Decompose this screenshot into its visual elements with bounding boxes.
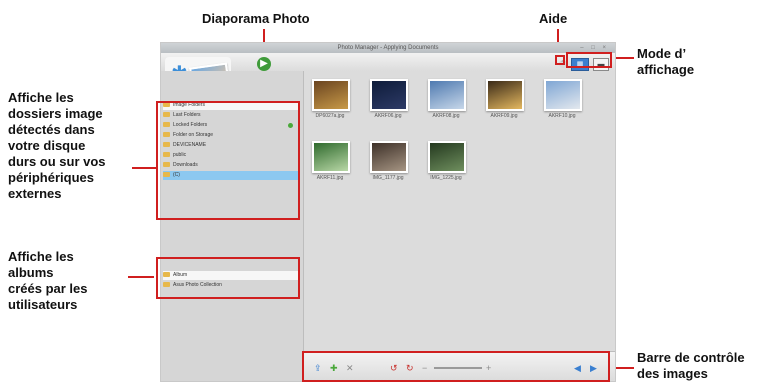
thumbnail-image: [312, 79, 350, 111]
thumbnail-caption: AKRF10.jpg: [548, 113, 576, 119]
help-annotation: Aide: [539, 11, 568, 26]
photo-thumbnail[interactable]: AKRF11.jpg: [310, 141, 350, 185]
thumbnail-image: [370, 79, 408, 111]
thumbnail-image: [486, 79, 524, 111]
folders-highlight-box: [156, 101, 300, 220]
thumbnail-grid: DP6027a.jpg AKRF06.jpg AKRF08.jpg AKRF09.jp…: [304, 71, 615, 351]
photo-thumbnail[interactable]: IMG_1177.jpg: [368, 141, 408, 185]
thumbnail-caption: AKRF08.jpg: [432, 113, 460, 119]
albums-leader: [128, 276, 154, 278]
photo-thumbnail[interactable]: AKRF08.jpg: [426, 79, 466, 123]
thumbnail-image: [312, 141, 350, 173]
albums-highlight-box: [156, 257, 300, 299]
photo-thumbnail[interactable]: DP6027a.jpg: [310, 79, 350, 123]
thumbnail-caption: AKRF09.jpg: [490, 113, 518, 119]
view-mode-annotation: Mode d’ affichage: [637, 46, 695, 77]
control-bar-annotation: Barre de contrôle des images: [637, 350, 745, 381]
window-controls[interactable]: – □ ×: [580, 45, 609, 51]
thumbnail-image: [428, 79, 466, 111]
photo-thumbnail[interactable]: IMG_1225.jpg: [426, 141, 466, 185]
window-title: Photo Manager - Applying Documents: [337, 45, 439, 51]
photo-thumbnail[interactable]: AKRF06.jpg: [368, 79, 408, 123]
title-bar: Photo Manager - Applying Documents – □ ×: [161, 43, 615, 53]
slideshow-annotation: Diaporama Photo: [202, 11, 310, 26]
thumbnail-caption: AKRF11.jpg: [316, 175, 344, 181]
albums-annotation: Affiche les albums créés par les utilisateu…: [8, 249, 88, 312]
control-bar-highlight-box: [302, 351, 610, 382]
thumbnail-caption: IMG_1177.jpg: [372, 175, 404, 181]
thumbnail-caption: AKRF06.jpg: [374, 113, 402, 119]
thumbnail-caption: IMG_1225.jpg: [430, 175, 462, 181]
help-highlight-box: [555, 55, 565, 65]
view-mode-highlight-box: [566, 52, 612, 68]
thumbnail-caption: DP6027a.jpg: [315, 113, 345, 119]
thumbnail-image: [370, 141, 408, 173]
photo-thumbnail[interactable]: AKRF10.jpg: [542, 79, 582, 123]
folders-annotation: Affiche les dossiers image détectés dans vo…: [8, 90, 106, 201]
photo-thumbnail[interactable]: AKRF09.jpg: [484, 79, 524, 123]
folders-leader: [132, 167, 156, 169]
thumbnail-image: [544, 79, 582, 111]
slideshow-button[interactable]: ▶: [257, 57, 271, 71]
thumbnail-image: [428, 141, 466, 173]
